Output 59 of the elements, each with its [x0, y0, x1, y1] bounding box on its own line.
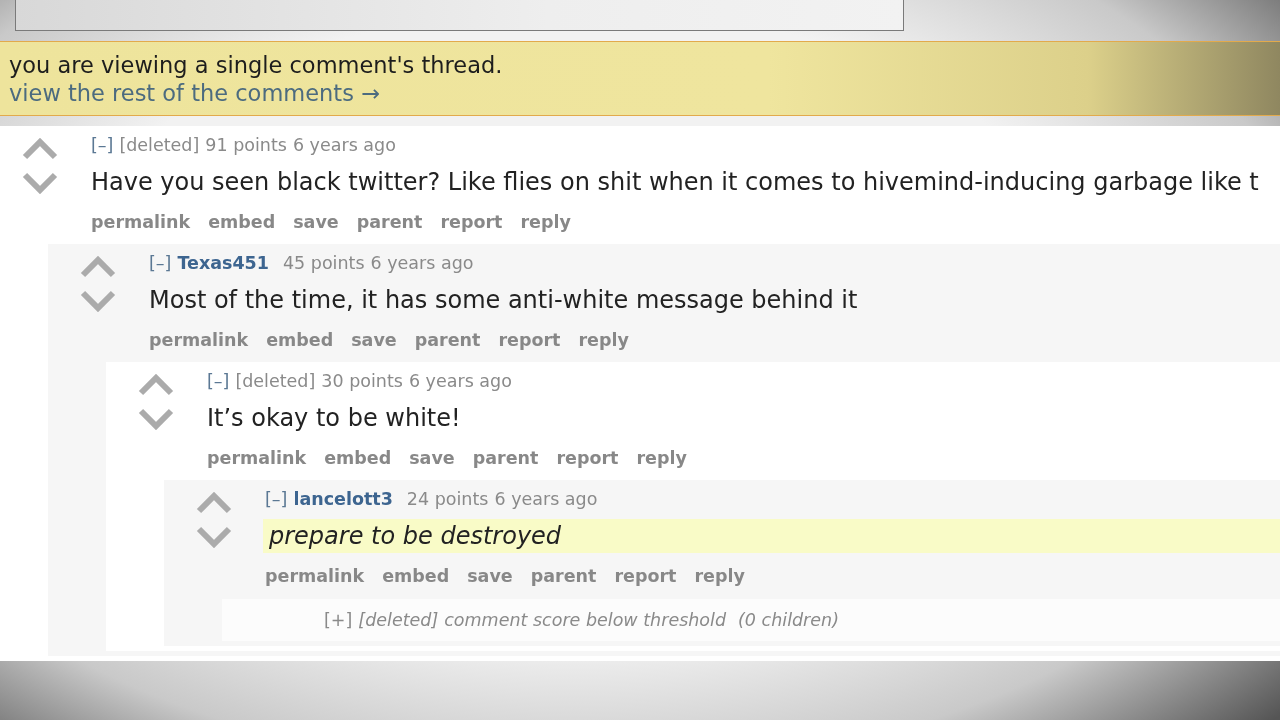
- action-link[interactable]: embed: [382, 566, 450, 586]
- action-link[interactable]: save: [293, 212, 339, 232]
- chevron-down-icon[interactable]: [22, 172, 58, 194]
- action-link[interactable]: parent: [414, 330, 481, 350]
- comment-body: Have you seen black twitter? Like flies on shit when it comes to hivemind-inducing garbage like t: [91, 167, 1260, 198]
- chevron-up-icon[interactable]: [80, 256, 116, 278]
- comment-body: Most of the time, it has some anti-white message behind it: [149, 285, 859, 316]
- author-link[interactable]: Texas451: [177, 253, 269, 273]
- action-link[interactable]: save: [351, 330, 397, 350]
- action-link[interactable]: save: [467, 566, 513, 586]
- chevron-down-icon[interactable]: [80, 290, 116, 312]
- action-link[interactable]: embed: [266, 330, 334, 350]
- timestamp: 6 years ago: [370, 253, 474, 273]
- action-link[interactable]: permalink: [265, 566, 365, 586]
- comment-body: prepare to be destroyed: [263, 519, 1280, 553]
- score-text: 24 points: [406, 489, 489, 509]
- action-link[interactable]: parent: [356, 212, 423, 232]
- action-link[interactable]: reply: [578, 330, 629, 350]
- score-text: 91 points: [205, 135, 287, 155]
- action-link[interactable]: reply: [636, 448, 687, 468]
- collapse-toggle[interactable]: [–]: [149, 253, 172, 273]
- banner-message: you are viewing a single comment's thread.: [9, 51, 503, 79]
- chevron-up-icon[interactable]: [138, 374, 174, 396]
- chevron-down-icon[interactable]: [196, 526, 232, 548]
- chevron-up-icon[interactable]: [22, 138, 58, 160]
- chevron-down-icon[interactable]: [138, 408, 174, 430]
- action-link[interactable]: parent: [530, 566, 597, 586]
- action-link[interactable]: embed: [208, 212, 276, 232]
- deleted-author: [deleted]: [358, 610, 439, 630]
- action-link[interactable]: reply: [520, 212, 571, 232]
- chevron-up-icon[interactable]: [196, 492, 232, 514]
- action-link[interactable]: permalink: [91, 212, 191, 232]
- action-link[interactable]: reply: [694, 566, 745, 586]
- action-link[interactable]: report: [614, 566, 677, 586]
- action-link[interactable]: report: [498, 330, 561, 350]
- action-link[interactable]: embed: [324, 448, 392, 468]
- action-link[interactable]: permalink: [207, 448, 307, 468]
- expand-toggle[interactable]: [+]: [324, 610, 353, 630]
- collapsed-note: comment score below threshold: [444, 610, 727, 630]
- collapse-toggle[interactable]: [–]: [265, 489, 288, 509]
- author-link[interactable]: lancelott3: [293, 489, 393, 509]
- deleted-author: [deleted]: [119, 135, 200, 155]
- text-area-field[interactable]: [15, 0, 904, 31]
- action-link[interactable]: parent: [472, 448, 539, 468]
- timestamp: 6 years ago: [494, 489, 598, 509]
- action-link[interactable]: report: [440, 212, 503, 232]
- score-text: 30 points: [321, 371, 403, 391]
- comment-body: It’s okay to be white!: [207, 403, 462, 434]
- child-count: (0 children): [738, 610, 839, 630]
- action-link[interactable]: save: [409, 448, 455, 468]
- action-link[interactable]: report: [556, 448, 619, 468]
- view-all-comments-link[interactable]: view the rest of the comments →: [9, 79, 380, 107]
- timestamp: 6 years ago: [408, 371, 512, 391]
- score-text: 45 points: [282, 253, 365, 273]
- collapse-toggle[interactable]: [–]: [207, 371, 230, 391]
- collapse-toggle[interactable]: [–]: [91, 135, 114, 155]
- deleted-author: [deleted]: [235, 371, 316, 391]
- action-link[interactable]: permalink: [149, 330, 249, 350]
- timestamp: 6 years ago: [292, 135, 396, 155]
